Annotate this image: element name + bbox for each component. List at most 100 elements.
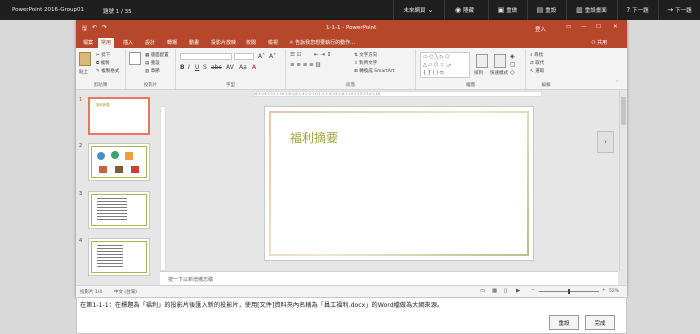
next-label: 下一題 <box>632 8 649 14</box>
shadow-icon[interactable]: S <box>203 64 207 71</box>
task-guide-dropdown[interactable]: 未來網頁 ⌄ <box>393 0 443 20</box>
hide-button[interactable]: ◉ 隱藏 <box>444 0 484 20</box>
thumb-frame <box>91 146 147 178</box>
shape-effects-icon[interactable]: ◇ <box>510 69 515 76</box>
thumbnail-slide-2[interactable] <box>88 143 150 181</box>
smartart-button[interactable]: ⊞ 轉換成 SmartArt <box>354 68 394 74</box>
save-icon[interactable]: 🖫 <box>82 24 87 34</box>
zoom-in-icon[interactable]: + <box>602 288 606 293</box>
slide-editing-area: 福利摘要 <box>168 98 618 271</box>
cut-button[interactable]: ✂ 剪下 <box>96 52 110 58</box>
select-label: 選取 <box>535 69 545 74</box>
tab-design[interactable]: 設計 <box>142 38 158 48</box>
sorter-view-icon[interactable]: ▦ <box>492 288 497 294</box>
notes-pane[interactable]: 按一下以新增備忘稿 <box>160 271 618 285</box>
slide-title[interactable]: 福利摘要 <box>290 129 338 146</box>
layout-button[interactable]: ▦ 版面配置 <box>145 52 169 58</box>
next-question-button[interactable]: ? 下一題 <box>617 0 657 20</box>
tab-slideshow[interactable]: 投影片放映 <box>208 38 239 48</box>
quick-styles-label[interactable]: 快速樣式 <box>490 70 508 76</box>
reset-button[interactable]: ▤ 重設 <box>527 0 565 20</box>
redo-icon[interactable]: ↷ <box>102 24 107 31</box>
reset-slide-button[interactable]: ▤ 重設 <box>145 60 160 66</box>
slideshow-view-icon[interactable]: ▶ <box>516 288 520 294</box>
tab-transitions[interactable]: 轉場 <box>164 38 180 48</box>
undo-icon[interactable]: ↶ <box>92 24 97 31</box>
new-slide-icon[interactable] <box>129 52 141 65</box>
graphic-icon <box>111 151 119 159</box>
select-button[interactable]: ↖ 選取 <box>530 68 544 74</box>
indent-icon[interactable]: ⇤ ⇥ ↕ <box>314 52 331 58</box>
tab-home[interactable]: 常用 <box>98 38 115 48</box>
italic-icon[interactable]: I <box>188 64 190 71</box>
shape-outline-icon[interactable]: ▢ <box>510 61 516 68</box>
align-text-button[interactable]: ⇳ 對齊文字 <box>354 60 377 66</box>
reading-view-icon[interactable]: ▯ <box>504 288 507 294</box>
reset-view-button[interactable]: ▥ 重設畫面 <box>566 0 616 20</box>
shrink-font-icon[interactable]: A˅ <box>269 53 276 60</box>
strike-icon[interactable]: abc <box>211 64 222 71</box>
ribbon-home: 貼上 ✂ 剪下 ⧉ 複製 ✎ 複製格式 剪貼簿 ▦ 版面配置 ▤ 重設 ▥ 章節… <box>76 48 627 90</box>
tell-me-box[interactable]: ☼ 告訴我您想要執行的動作… <box>286 38 358 48</box>
tab-view[interactable]: 檢視 <box>265 38 281 48</box>
spacing-icon[interactable]: AV <box>226 64 234 71</box>
zoom-level[interactable]: 52% <box>609 289 619 294</box>
thumbnail-slide-1[interactable]: 福利摘要 <box>88 97 150 135</box>
ribbon-display-icon[interactable]: ▭ <box>566 24 571 30</box>
normal-view-icon[interactable]: ▭ <box>480 288 485 294</box>
signin-link[interactable]: 登入 <box>535 25 546 33</box>
thumb-title: 福利摘要 <box>96 103 110 107</box>
chevron-right-icon: › <box>604 138 607 146</box>
replace-button[interactable]: ⇄ 取代 <box>530 60 544 66</box>
expand-panel-button[interactable]: › <box>597 131 614 153</box>
vertical-scrollbar[interactable] <box>619 91 627 271</box>
thumb-number: 3 <box>79 191 83 197</box>
minimize-icon[interactable]: — <box>581 24 587 30</box>
tab-animations[interactable]: 動畫 <box>186 38 202 48</box>
zoom-slider-thumb[interactable] <box>568 289 570 294</box>
underline-icon[interactable]: U <box>195 64 199 71</box>
thumbnail-slide-4[interactable] <box>88 238 150 276</box>
section-button[interactable]: ▥ 章節 <box>145 68 160 74</box>
quick-styles-icon[interactable] <box>494 54 506 68</box>
shapes-gallery[interactable]: ▭ ○ ╲ ▷ ⬠ △ ▱ ⬡ ☆ ⤻{ } ( ) ⬭ <box>420 52 470 78</box>
arrange-icon[interactable] <box>476 54 488 68</box>
vertical-ruler <box>160 106 166 271</box>
group-paragraph: ☰ ☷ ⇤ ⇥ ↕ ≡ ≡ ≡ ≡ ▥ ⇅ 文字方向 ⇳ 對齊文字 ⊞ 轉換成 … <box>286 49 416 89</box>
arrange-label[interactable]: 排列 <box>474 70 483 76</box>
thumb-number: 1 <box>79 97 83 103</box>
restart-button[interactable]: ▣ 重做 <box>488 0 526 20</box>
collapse-ribbon-icon[interactable]: ˄ <box>616 81 618 86</box>
find-button[interactable]: ⌕ 尋找 <box>530 52 543 58</box>
case-icon[interactable]: Aa <box>239 64 247 71</box>
align-icon[interactable]: ≡ ≡ ≡ ≡ ▥ <box>290 62 321 68</box>
bold-icon[interactable]: B <box>180 64 185 71</box>
shape-fill-icon[interactable]: ◈ <box>510 53 515 60</box>
language-indicator[interactable]: 中文 (台灣) <box>114 289 137 295</box>
zoom-out-icon[interactable]: − <box>531 288 535 293</box>
paste-label[interactable]: 貼上 <box>79 69 88 75</box>
text-direction-button[interactable]: ⇅ 文字方向 <box>354 52 377 58</box>
paste-icon[interactable] <box>79 52 91 66</box>
maximize-icon[interactable]: ☐ <box>596 24 601 30</box>
group-clipboard: 貼上 ✂ 剪下 ⧉ 複製 ✎ 複製格式 剪貼簿 <box>76 49 126 89</box>
bullets-icon[interactable]: ☰ ☷ <box>290 52 302 58</box>
thumbnail-slide-3[interactable] <box>88 191 150 229</box>
current-slide[interactable]: 福利摘要 <box>264 106 534 261</box>
copy-button[interactable]: ⧉ 複製 <box>96 60 110 66</box>
share-button[interactable]: ⚇ 共用 <box>588 38 610 48</box>
done-button[interactable]: 完成 <box>585 315 615 330</box>
format-painter-button[interactable]: ✎ 複製格式 <box>96 68 119 74</box>
close-icon[interactable]: ✕ <box>613 24 618 30</box>
eye-icon: ◉ <box>454 6 462 14</box>
font-size-dropdown[interactable] <box>234 53 254 60</box>
tab-review[interactable]: 校閱 <box>243 38 259 48</box>
tab-file[interactable]: 檔案 <box>80 38 96 48</box>
instruction-reset-button[interactable]: 重設 <box>549 315 579 330</box>
font-color-icon[interactable]: A <box>252 64 256 71</box>
tab-insert[interactable]: 插入 <box>120 38 136 48</box>
font-name-dropdown[interactable] <box>180 53 232 60</box>
grow-font-icon[interactable]: A˄ <box>258 53 265 60</box>
scroll-thumb[interactable] <box>621 97 626 125</box>
next-button[interactable]: → 下一題 <box>658 0 700 20</box>
